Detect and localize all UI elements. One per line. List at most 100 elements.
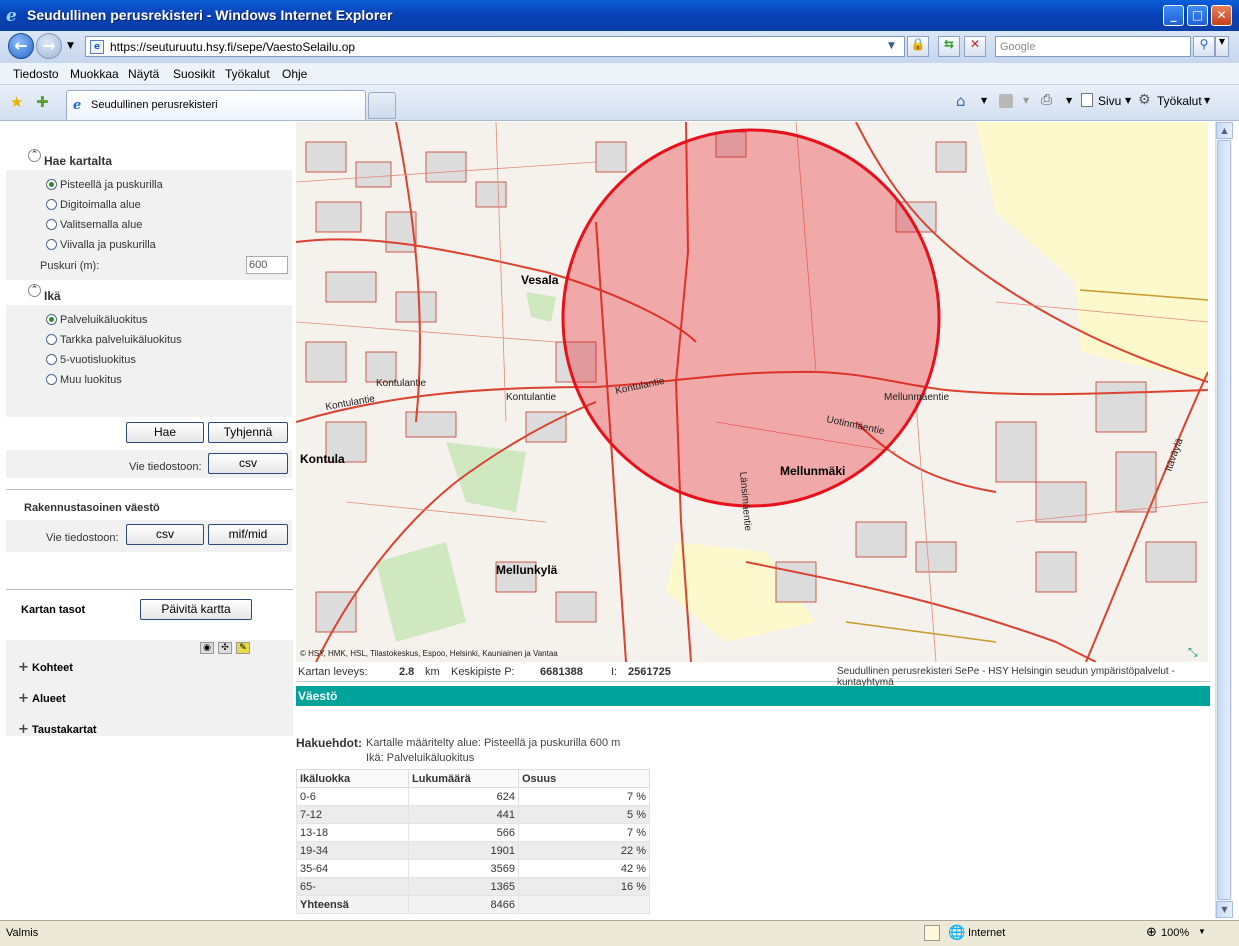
radio-digitize-area[interactable]	[46, 199, 57, 210]
building-group-title: Rakennustasoinen väestö	[24, 502, 160, 514]
layer-kohteet[interactable]: Kohteet	[32, 662, 73, 674]
print-icon[interactable]: ⎙	[1041, 92, 1052, 108]
scroll-down-icon[interactable]: ▼	[1216, 901, 1233, 918]
center-label: Keskipiste P:	[451, 666, 515, 678]
menu-tools[interactable]: Työkalut	[225, 67, 270, 81]
radio-line-buffer[interactable]	[46, 239, 57, 250]
close-button[interactable]: ✕	[1211, 5, 1232, 26]
menu-edit[interactable]: Muokkaa	[70, 67, 119, 81]
page-dropdown-icon[interactable]: ▼	[1125, 96, 1131, 105]
collapse-search-icon[interactable]: ⌃	[28, 149, 41, 162]
refresh-icon[interactable]: ⇆	[938, 36, 960, 57]
radio-point-buffer[interactable]	[46, 179, 57, 190]
tools-menu[interactable]: Työkalut	[1157, 94, 1202, 108]
page-menu-icon[interactable]	[1081, 93, 1093, 107]
export-csv-button[interactable]: csv	[208, 453, 288, 474]
stop-icon[interactable]: ✕	[964, 36, 986, 57]
add-favorite-icon[interactable]: ✚	[36, 93, 49, 111]
map-copyright: © HSY, HMK, HSL, Tilastokeskus, Espoo, H…	[300, 649, 558, 658]
maximize-button[interactable]: □	[1187, 5, 1208, 26]
radio-select-area[interactable]	[46, 219, 57, 230]
left-panel: ⌃ Hae kartalta Pisteellä ja puskurilla D…	[6, 122, 293, 737]
divider	[6, 589, 293, 590]
new-tab-button[interactable]	[368, 92, 396, 119]
menu-file[interactable]: Tiedosto	[13, 67, 59, 81]
home-icon[interactable]: ⌂	[956, 92, 966, 110]
map-label-mellunmaki: Mellunmäki	[780, 464, 845, 478]
radio-label: Palveluikäluokitus	[60, 314, 148, 326]
page-menu[interactable]: Sivu	[1098, 94, 1121, 108]
feeds-dropdown-icon[interactable]: ▼	[1023, 96, 1029, 105]
zoom-dropdown-icon[interactable]: ▼	[1198, 927, 1206, 936]
refresh-map-button[interactable]: Päivitä kartta	[140, 599, 252, 620]
scroll-thumb[interactable]	[1217, 140, 1231, 900]
menu-help[interactable]: Ohje	[282, 67, 307, 81]
age-class-cell: 35-64	[296, 859, 409, 878]
home-dropdown-icon[interactable]: ▼	[981, 96, 987, 105]
menu-favorites[interactable]: Suosikit	[173, 67, 215, 81]
age-group-title: Ikä	[44, 289, 61, 303]
building-csv-button[interactable]: csv	[126, 524, 204, 545]
address-field[interactable]: e https://seuturuutu.hsy.fi/sepe/VaestoS…	[85, 36, 905, 57]
buffer-input[interactable]	[246, 256, 288, 274]
eye-icon[interactable]: ◉	[200, 642, 214, 654]
lock-icon[interactable]: 🔒	[907, 36, 929, 57]
search-options-icon[interactable]: ▼	[1215, 36, 1229, 57]
select-cursor-icon[interactable]: ✣	[218, 642, 232, 654]
expand-taustakartat-icon[interactable]: +	[18, 722, 29, 737]
minimize-button[interactable]: _	[1163, 5, 1184, 26]
gear-icon[interactable]: ⚙	[1138, 92, 1151, 108]
favorites-star-icon[interactable]: ★	[10, 93, 23, 111]
scroll-up-icon[interactable]: ▲	[1216, 122, 1233, 139]
map-credit: Seudullinen perusrekisteri SePe - HSY He…	[837, 666, 1175, 688]
vertical-scrollbar[interactable]: ▲ ▼	[1215, 122, 1233, 918]
tab-ie-icon: e	[73, 98, 82, 113]
history-dropdown-icon[interactable]: ▼	[67, 41, 74, 51]
menu-view[interactable]: Näytä	[128, 67, 159, 81]
zone-text: Internet	[968, 927, 1006, 939]
table-row: 13-18 566 7 %	[296, 823, 650, 842]
criteria-area: Kartalle määritelty alue: Pisteellä ja p…	[366, 737, 621, 749]
tools-dropdown-icon[interactable]: ▼	[1204, 96, 1210, 105]
share-cell: 7 %	[518, 823, 650, 842]
divider	[6, 489, 293, 490]
feeds-icon[interactable]	[999, 94, 1013, 108]
count-cell: 1365	[408, 877, 519, 896]
share-cell: 5 %	[518, 805, 650, 824]
building-mif-button[interactable]: mif/mid	[208, 524, 288, 545]
map-canvas[interactable]: Vesala Kontula Mellunmäki Mellunkylä Kon…	[296, 122, 1208, 662]
layer-alueet[interactable]: Alueet	[32, 693, 66, 705]
column-header: Ikäluokka	[296, 769, 409, 788]
map-label-mellunmaentie: Mellunmäentie	[884, 392, 949, 403]
table-row: 65- 1365 16 %	[296, 877, 650, 896]
tab-active[interactable]: e Seudullinen perusrekisteri	[66, 90, 366, 120]
zoom-level[interactable]: 100%	[1161, 927, 1189, 939]
layer-taustakartat[interactable]: Taustakartat	[32, 724, 97, 736]
clear-button[interactable]: Tyhjennä	[208, 422, 288, 443]
radio-service-age[interactable]	[46, 314, 57, 325]
forward-button[interactable]: →	[36, 33, 62, 59]
buffer-label: Puskuri (m):	[40, 260, 100, 272]
expand-alueet-icon[interactable]: +	[18, 691, 29, 706]
collapse-age-icon[interactable]: ⌃	[28, 284, 41, 297]
buffer-circle	[561, 128, 941, 508]
radio-precise-age[interactable]	[46, 334, 57, 345]
search-icon[interactable]: ⚲	[1193, 36, 1215, 57]
radio-5year-age[interactable]	[46, 354, 57, 365]
protected-mode-icon[interactable]	[924, 925, 940, 941]
search-input[interactable]: Google	[995, 36, 1191, 57]
expand-kohteet-icon[interactable]: +	[18, 660, 29, 675]
radio-other-age[interactable]	[46, 374, 57, 385]
address-dropdown-icon[interactable]: ▼	[888, 41, 895, 51]
map-view[interactable]: Vesala Kontula Mellunmäki Mellunkylä Kon…	[296, 122, 1208, 662]
pencil-icon[interactable]: ✎	[236, 642, 250, 654]
map-label-vesala: Vesala	[521, 273, 559, 287]
share-cell: 22 %	[518, 841, 650, 860]
share-cell: 7 %	[518, 787, 650, 806]
window-title: Seudullinen perusrekisteri - Windows Int…	[27, 7, 393, 23]
zoom-icon[interactable]: ⊕	[1146, 925, 1157, 940]
radio-label: Pisteellä ja puskurilla	[60, 179, 163, 191]
print-dropdown-icon[interactable]: ▼	[1066, 96, 1072, 105]
search-button[interactable]: Hae	[126, 422, 204, 443]
back-button[interactable]: ←	[8, 33, 34, 59]
